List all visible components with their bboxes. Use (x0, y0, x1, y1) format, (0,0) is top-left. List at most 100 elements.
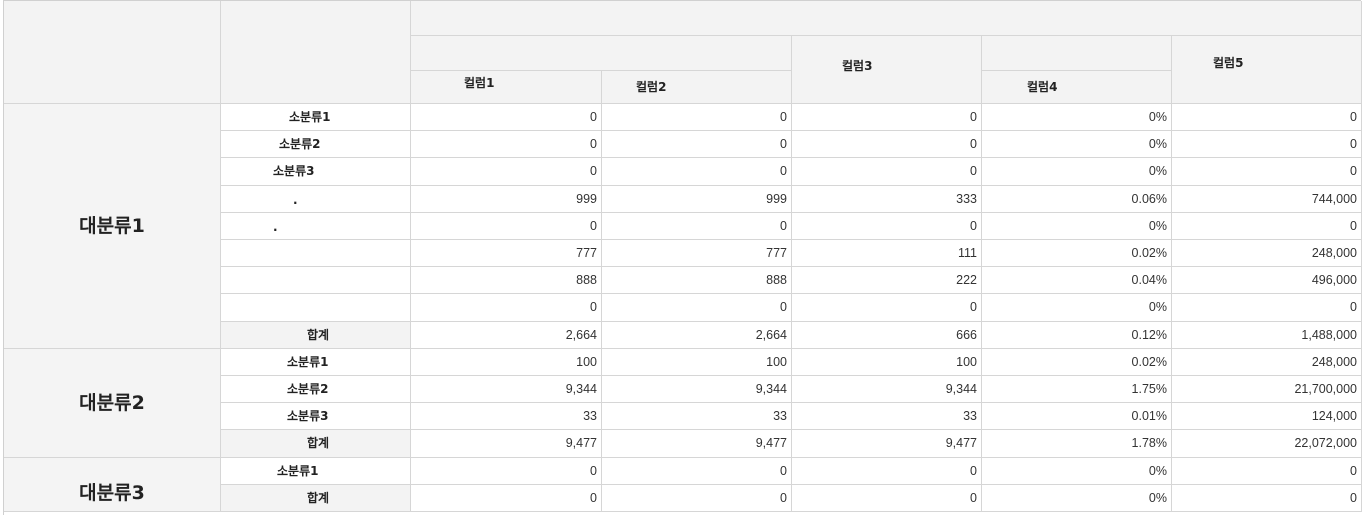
cell-value: 0 (1350, 464, 1357, 478)
cell-value: 999 (766, 192, 787, 206)
subcategory-cell (221, 267, 411, 294)
subtotal-value-cell: 0 (1172, 485, 1362, 512)
cell-value: 33 (583, 409, 597, 423)
cell-value: 0 (780, 110, 787, 124)
cell-value: 1.75% (1131, 382, 1167, 396)
cell-value: 0.06% (1131, 192, 1167, 206)
cell-value: 0% (1148, 491, 1167, 505)
value-cell: 100 (792, 349, 982, 376)
value-cell: 777 (411, 240, 602, 267)
subtotal-label-cell: 합계 (221, 322, 411, 349)
value-cell: 9,344 (602, 376, 792, 403)
value-cell: 124,000 (1172, 403, 1362, 430)
value-cell: 100 (411, 349, 602, 376)
value-cell: 33 (602, 403, 792, 430)
subcategory-cell: 소분류2 (221, 131, 411, 158)
cell-value: 9,344 (945, 382, 977, 396)
subcategory-label: 소분류1 (287, 355, 329, 369)
value-cell: 33 (411, 403, 602, 430)
value-cell: 0% (982, 458, 1172, 485)
value-cell: 333 (792, 186, 982, 213)
value-cell: 222 (792, 267, 982, 294)
value-cell: 999 (602, 186, 792, 213)
value-cell: 0 (792, 213, 982, 240)
cell-value: 0 (590, 164, 597, 178)
cell-value: 0.04% (1131, 273, 1167, 287)
cell-value: 100 (766, 355, 787, 369)
header-col2: 컬럼2 (602, 71, 792, 104)
value-cell: 0.06% (982, 186, 1172, 213)
value-cell: 0.04% (982, 267, 1172, 294)
value-cell: 0 (792, 104, 982, 131)
cell-value: 0% (1148, 300, 1167, 314)
cell-value: 0 (780, 300, 787, 314)
value-cell: 0 (1172, 131, 1362, 158)
cell-value: 2,664 (565, 328, 597, 342)
value-cell: 0.02% (982, 240, 1172, 267)
subcategory-label: 소분류2 (287, 382, 329, 396)
value-cell: 0 (602, 294, 792, 322)
subtotal-value-cell: 1,488,000 (1172, 322, 1362, 349)
value-cell: 0 (602, 213, 792, 240)
value-cell: 0% (982, 131, 1172, 158)
value-cell: 999 (411, 186, 602, 213)
cell-value: 0 (590, 137, 597, 151)
cell-value: 0 (1350, 137, 1357, 151)
subcategory-cell: . (221, 186, 411, 213)
cell-value: 0 (970, 164, 977, 178)
cell-value: 0 (590, 300, 597, 314)
value-cell: 0 (411, 104, 602, 131)
subtotal-value-cell: 0.12% (982, 322, 1172, 349)
value-cell: 33 (792, 403, 982, 430)
subcategory-label: 소분류1 (289, 110, 331, 124)
cell-value: 2,664 (755, 328, 787, 342)
subcategory-cell: 소분류1 (221, 458, 411, 485)
cell-value: 0 (970, 491, 977, 505)
value-cell: 0 (602, 458, 792, 485)
value-cell: 0 (1172, 458, 1362, 485)
cell-value: 33 (773, 409, 787, 423)
subtotal-label: 합계 (307, 328, 330, 342)
value-cell: 496,000 (1172, 267, 1362, 294)
value-cell: 111 (792, 240, 982, 267)
cell-value: 0.02% (1131, 355, 1167, 369)
header-corner-subcategory (221, 1, 411, 104)
subtotal-value-cell: 666 (792, 322, 982, 349)
value-cell: 0 (1172, 158, 1362, 186)
cell-value: 999 (576, 192, 597, 206)
cell-value: 0% (1148, 164, 1167, 178)
cell-value: 0 (1350, 300, 1357, 314)
subtotal-value-cell: 9,477 (602, 430, 792, 458)
cell-value: 888 (576, 273, 597, 287)
cell-value: 124,000 (1311, 409, 1357, 423)
header-col1: 컬럼1 (411, 71, 602, 104)
cell-value: 0% (1148, 219, 1167, 233)
header-col4-label: 컬럼4 (1027, 80, 1058, 94)
cell-value: 0 (970, 219, 977, 233)
value-cell: 9,344 (411, 376, 602, 403)
subtotal-value-cell: 0 (792, 485, 982, 512)
subtotal-label: 합계 (307, 491, 330, 505)
cell-value: 888 (766, 273, 787, 287)
subcategory-cell: 소분류2 (221, 376, 411, 403)
subtotal-value-cell: 9,477 (411, 430, 602, 458)
cell-value: 111 (957, 246, 977, 260)
header-col2-label: 컬럼2 (636, 80, 667, 94)
cell-value: 9,344 (565, 382, 597, 396)
subtotal-value-cell: 2,664 (411, 322, 602, 349)
value-cell: 100 (602, 349, 792, 376)
cell-value: 21,700,000 (1294, 382, 1357, 396)
value-cell: 744,000 (1172, 186, 1362, 213)
cell-value: 248,000 (1311, 246, 1357, 260)
subcategory-cell: . (221, 213, 411, 240)
category-cell: 대분류2 (4, 349, 221, 458)
subtotal-value-cell: 0 (602, 485, 792, 512)
value-cell: 0 (411, 458, 602, 485)
subcategory-cell (221, 240, 411, 267)
subcategory-label: . (273, 220, 278, 234)
cell-value: 0 (780, 164, 787, 178)
cell-value: 0 (970, 137, 977, 151)
subtotal-value-cell: 0 (411, 485, 602, 512)
cell-value: 0 (590, 464, 597, 478)
cell-value: 0% (1148, 137, 1167, 151)
